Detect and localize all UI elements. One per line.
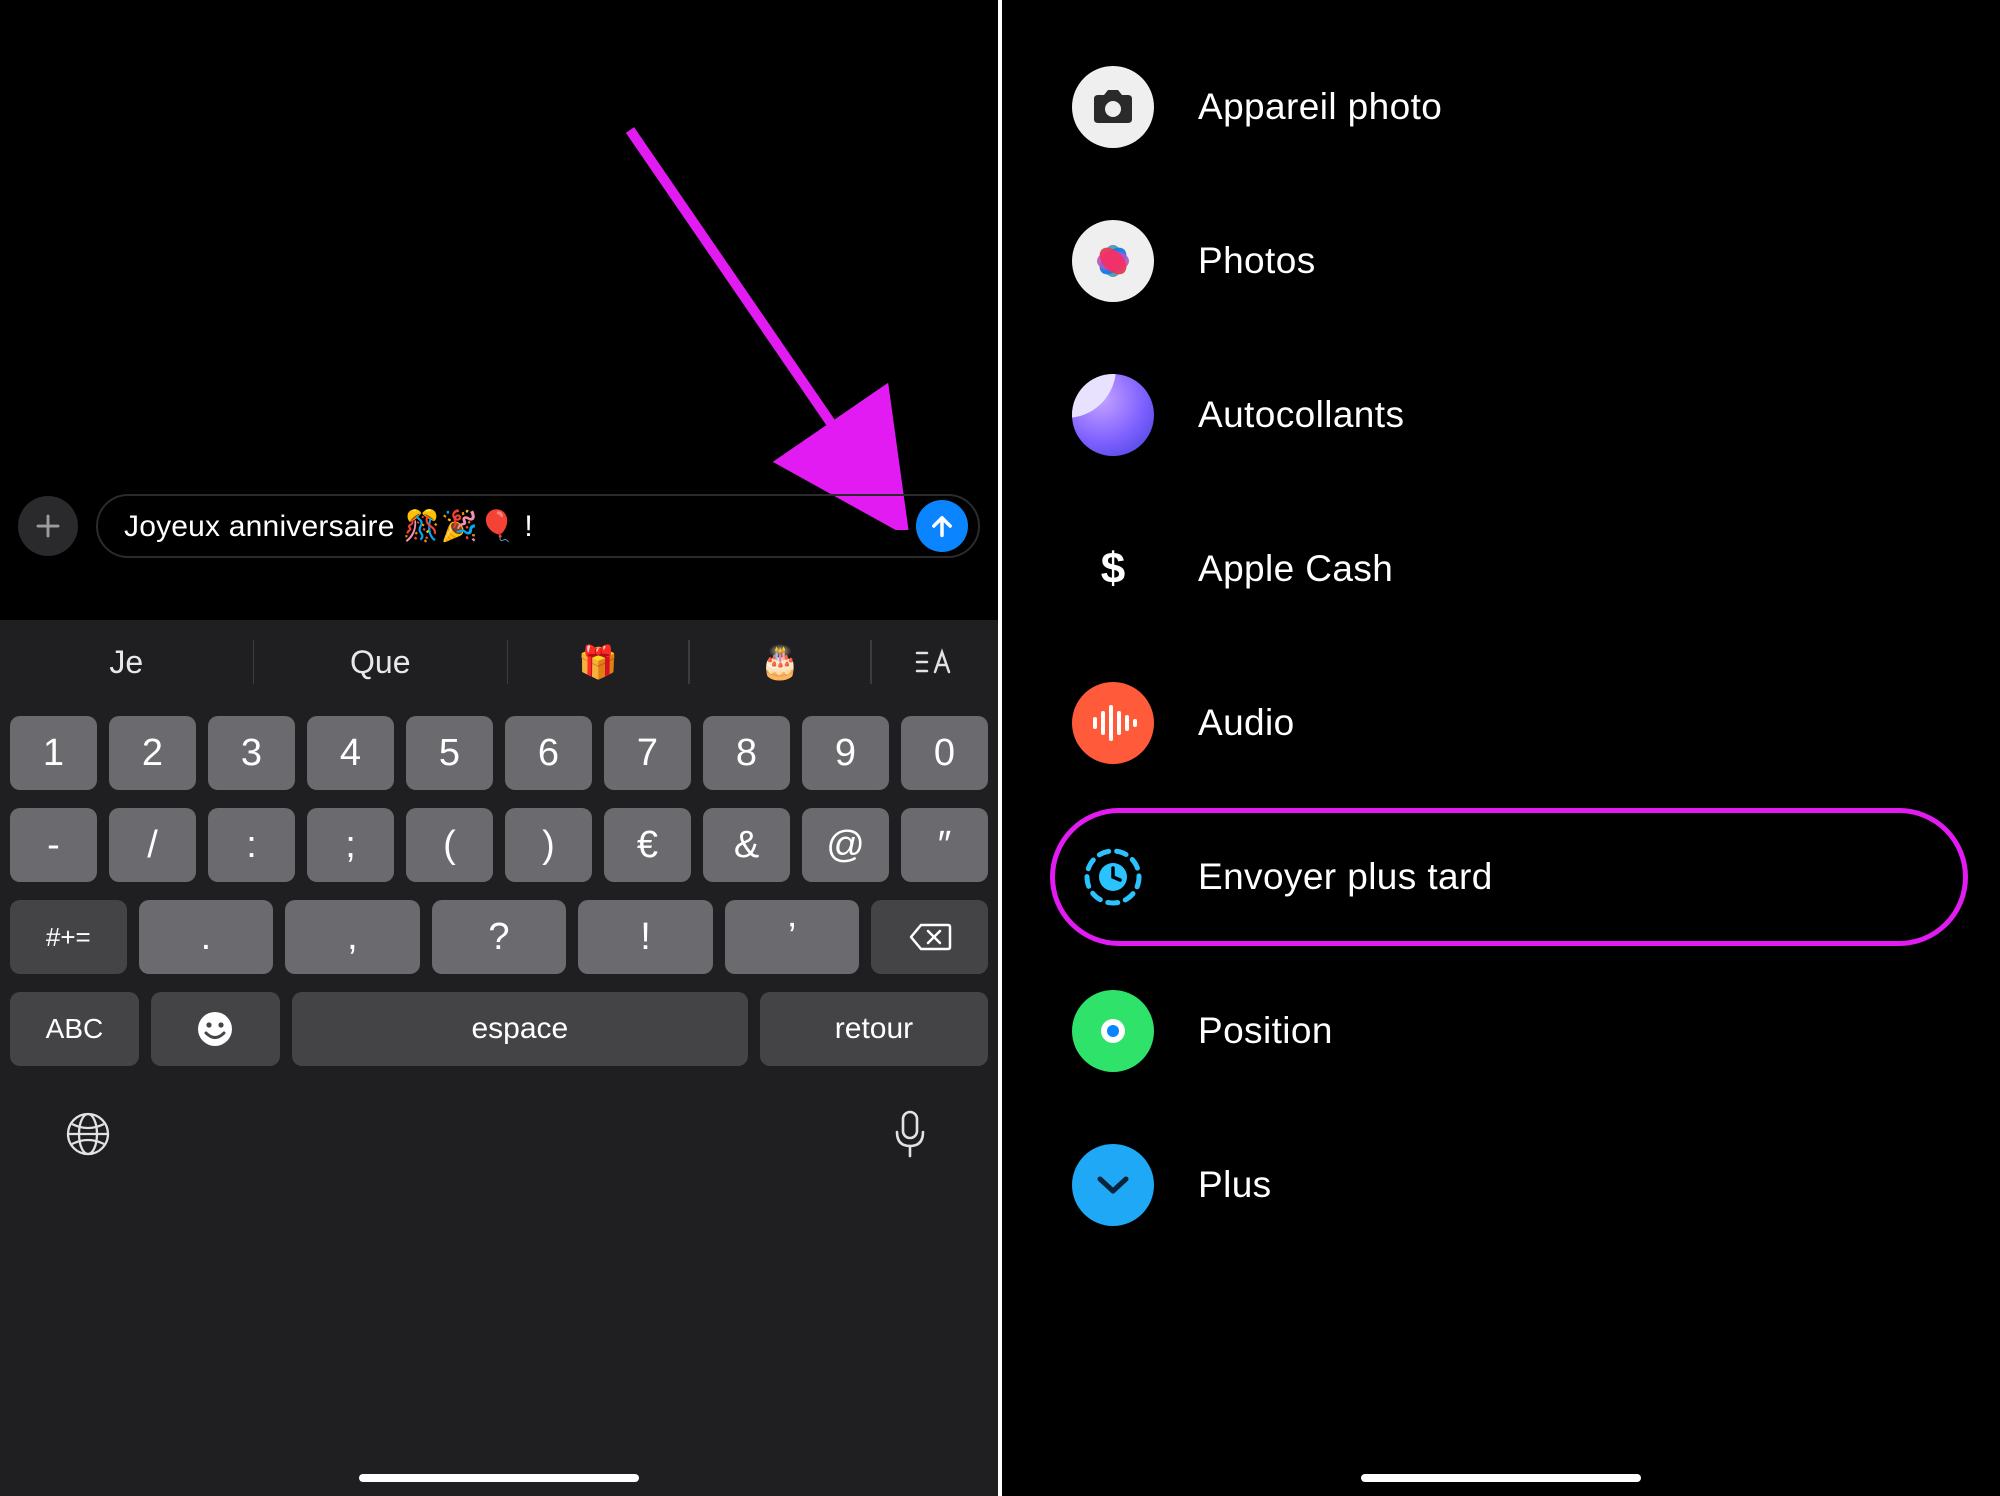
key-row-3: #+= . , ? ! ’ xyxy=(10,900,988,974)
key-symbols-switch[interactable]: #+= xyxy=(10,900,127,974)
key-6[interactable]: 6 xyxy=(505,716,592,790)
key-semicolon[interactable]: ; xyxy=(307,808,394,882)
key-slash[interactable]: / xyxy=(109,808,196,882)
key-period[interactable]: . xyxy=(139,900,274,974)
mic-icon[interactable] xyxy=(882,1106,938,1162)
menu-item-apple-cash[interactable]: $ Apple Cash xyxy=(1002,492,2000,646)
key-row-1: 1 2 3 4 5 6 7 8 9 0 xyxy=(10,716,988,790)
menu-item-label: Envoyer plus tard xyxy=(1198,856,1493,898)
menu-item-label: Audio xyxy=(1198,702,1295,744)
home-indicator[interactable] xyxy=(359,1474,639,1482)
photos-icon xyxy=(1072,220,1154,302)
globe-icon[interactable] xyxy=(60,1106,116,1162)
menu-item-label: Autocollants xyxy=(1198,394,1404,436)
key-backspace[interactable] xyxy=(871,900,988,974)
key-dash[interactable]: - xyxy=(10,808,97,882)
send-button[interactable] xyxy=(916,500,968,552)
text-replacement-icon[interactable] xyxy=(872,620,998,704)
key-0[interactable]: 0 xyxy=(901,716,988,790)
key-1[interactable]: 1 xyxy=(10,716,97,790)
menu-item-camera[interactable]: Appareil photo xyxy=(1002,30,2000,184)
key-emoji[interactable] xyxy=(151,992,280,1066)
location-icon xyxy=(1072,990,1154,1072)
key-abc[interactable]: ABC xyxy=(10,992,139,1066)
message-input-pill[interactable]: Joyeux anniversaire 🎊🎉🎈 ! xyxy=(96,494,980,558)
key-comma[interactable]: , xyxy=(285,900,420,974)
annotation-arrow xyxy=(600,110,920,530)
key-colon[interactable]: : xyxy=(208,808,295,882)
key-space[interactable]: espace xyxy=(292,992,748,1066)
key-row-2: - / : ; ( ) € & @ ″ xyxy=(10,808,988,882)
menu-item-label: Photos xyxy=(1198,240,1316,282)
keyboard-bottom-row xyxy=(0,1076,998,1172)
message-text: Joyeux anniversaire 🎊🎉🎈 ! xyxy=(124,509,904,544)
key-5[interactable]: 5 xyxy=(406,716,493,790)
menu-item-label: Appareil photo xyxy=(1198,86,1442,128)
key-7[interactable]: 7 xyxy=(604,716,691,790)
key-8[interactable]: 8 xyxy=(703,716,790,790)
menu-item-stickers[interactable]: Autocollants xyxy=(1002,338,2000,492)
key-row-4: ABC espace retour xyxy=(10,992,988,1066)
menu-item-send-later[interactable]: Envoyer plus tard xyxy=(1002,800,2000,954)
prediction-row: Je Que 🎁 🎂 xyxy=(0,620,998,704)
key-return[interactable]: retour xyxy=(760,992,988,1066)
menu-item-audio[interactable]: Audio xyxy=(1002,646,2000,800)
key-9[interactable]: 9 xyxy=(802,716,889,790)
prediction-2[interactable]: Que xyxy=(254,620,507,704)
key-question[interactable]: ? xyxy=(432,900,567,974)
key-3[interactable]: 3 xyxy=(208,716,295,790)
key-dprime[interactable]: ″ xyxy=(901,808,988,882)
send-later-icon xyxy=(1072,836,1154,918)
screen-apps-menu: Appareil photo Photos xyxy=(1002,0,2000,1496)
prediction-1[interactable]: Je xyxy=(0,620,253,704)
screen-messages: Joyeux anniversaire 🎊🎉🎈 ! Je Que 🎁 🎂 xyxy=(0,0,998,1496)
menu-item-label: Apple Cash xyxy=(1198,548,1393,590)
key-euro[interactable]: € xyxy=(604,808,691,882)
apps-menu-list: Appareil photo Photos xyxy=(1002,30,2000,1262)
menu-item-label: Plus xyxy=(1198,1164,1272,1206)
audio-icon xyxy=(1072,682,1154,764)
home-indicator[interactable] xyxy=(1361,1474,1641,1482)
menu-item-label: Position xyxy=(1198,1010,1333,1052)
key-at[interactable]: @ xyxy=(802,808,889,882)
prediction-emoji-gift[interactable]: 🎁 xyxy=(508,620,688,704)
keyboard: Je Que 🎁 🎂 1 2 3 4 xyxy=(0,620,998,1496)
key-amp[interactable]: & xyxy=(703,808,790,882)
apps-plus-button[interactable] xyxy=(18,496,78,556)
stickers-icon xyxy=(1072,374,1154,456)
key-exclam[interactable]: ! xyxy=(578,900,713,974)
key-apostrophe[interactable]: ’ xyxy=(725,900,860,974)
key-4[interactable]: 4 xyxy=(307,716,394,790)
message-input-row: Joyeux anniversaire 🎊🎉🎈 ! xyxy=(18,494,980,558)
menu-item-location[interactable]: Position xyxy=(1002,954,2000,1108)
menu-item-photos[interactable]: Photos xyxy=(1002,184,2000,338)
key-2[interactable]: 2 xyxy=(109,716,196,790)
key-rparen[interactable]: ) xyxy=(505,808,592,882)
camera-icon xyxy=(1072,66,1154,148)
menu-item-more[interactable]: Plus xyxy=(1002,1108,2000,1262)
key-lparen[interactable]: ( xyxy=(406,808,493,882)
apple-cash-icon: $ xyxy=(1072,528,1154,610)
prediction-emoji-cake[interactable]: 🎂 xyxy=(690,620,870,704)
more-icon xyxy=(1072,1144,1154,1226)
